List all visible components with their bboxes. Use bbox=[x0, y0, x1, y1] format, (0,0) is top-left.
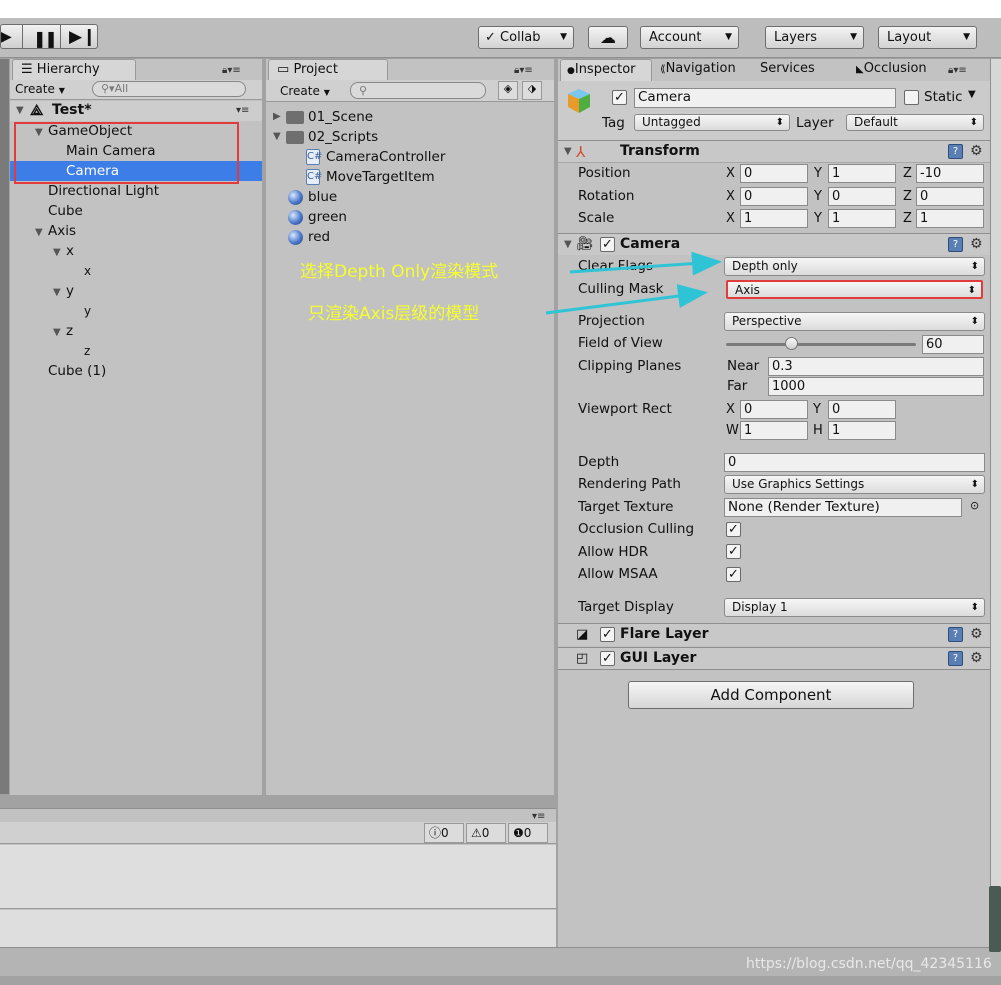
arrow-to-culling-mask bbox=[545, 284, 708, 315]
arrow-to-clear-flags bbox=[569, 251, 722, 276]
annotation-arrows bbox=[545, 251, 722, 315]
